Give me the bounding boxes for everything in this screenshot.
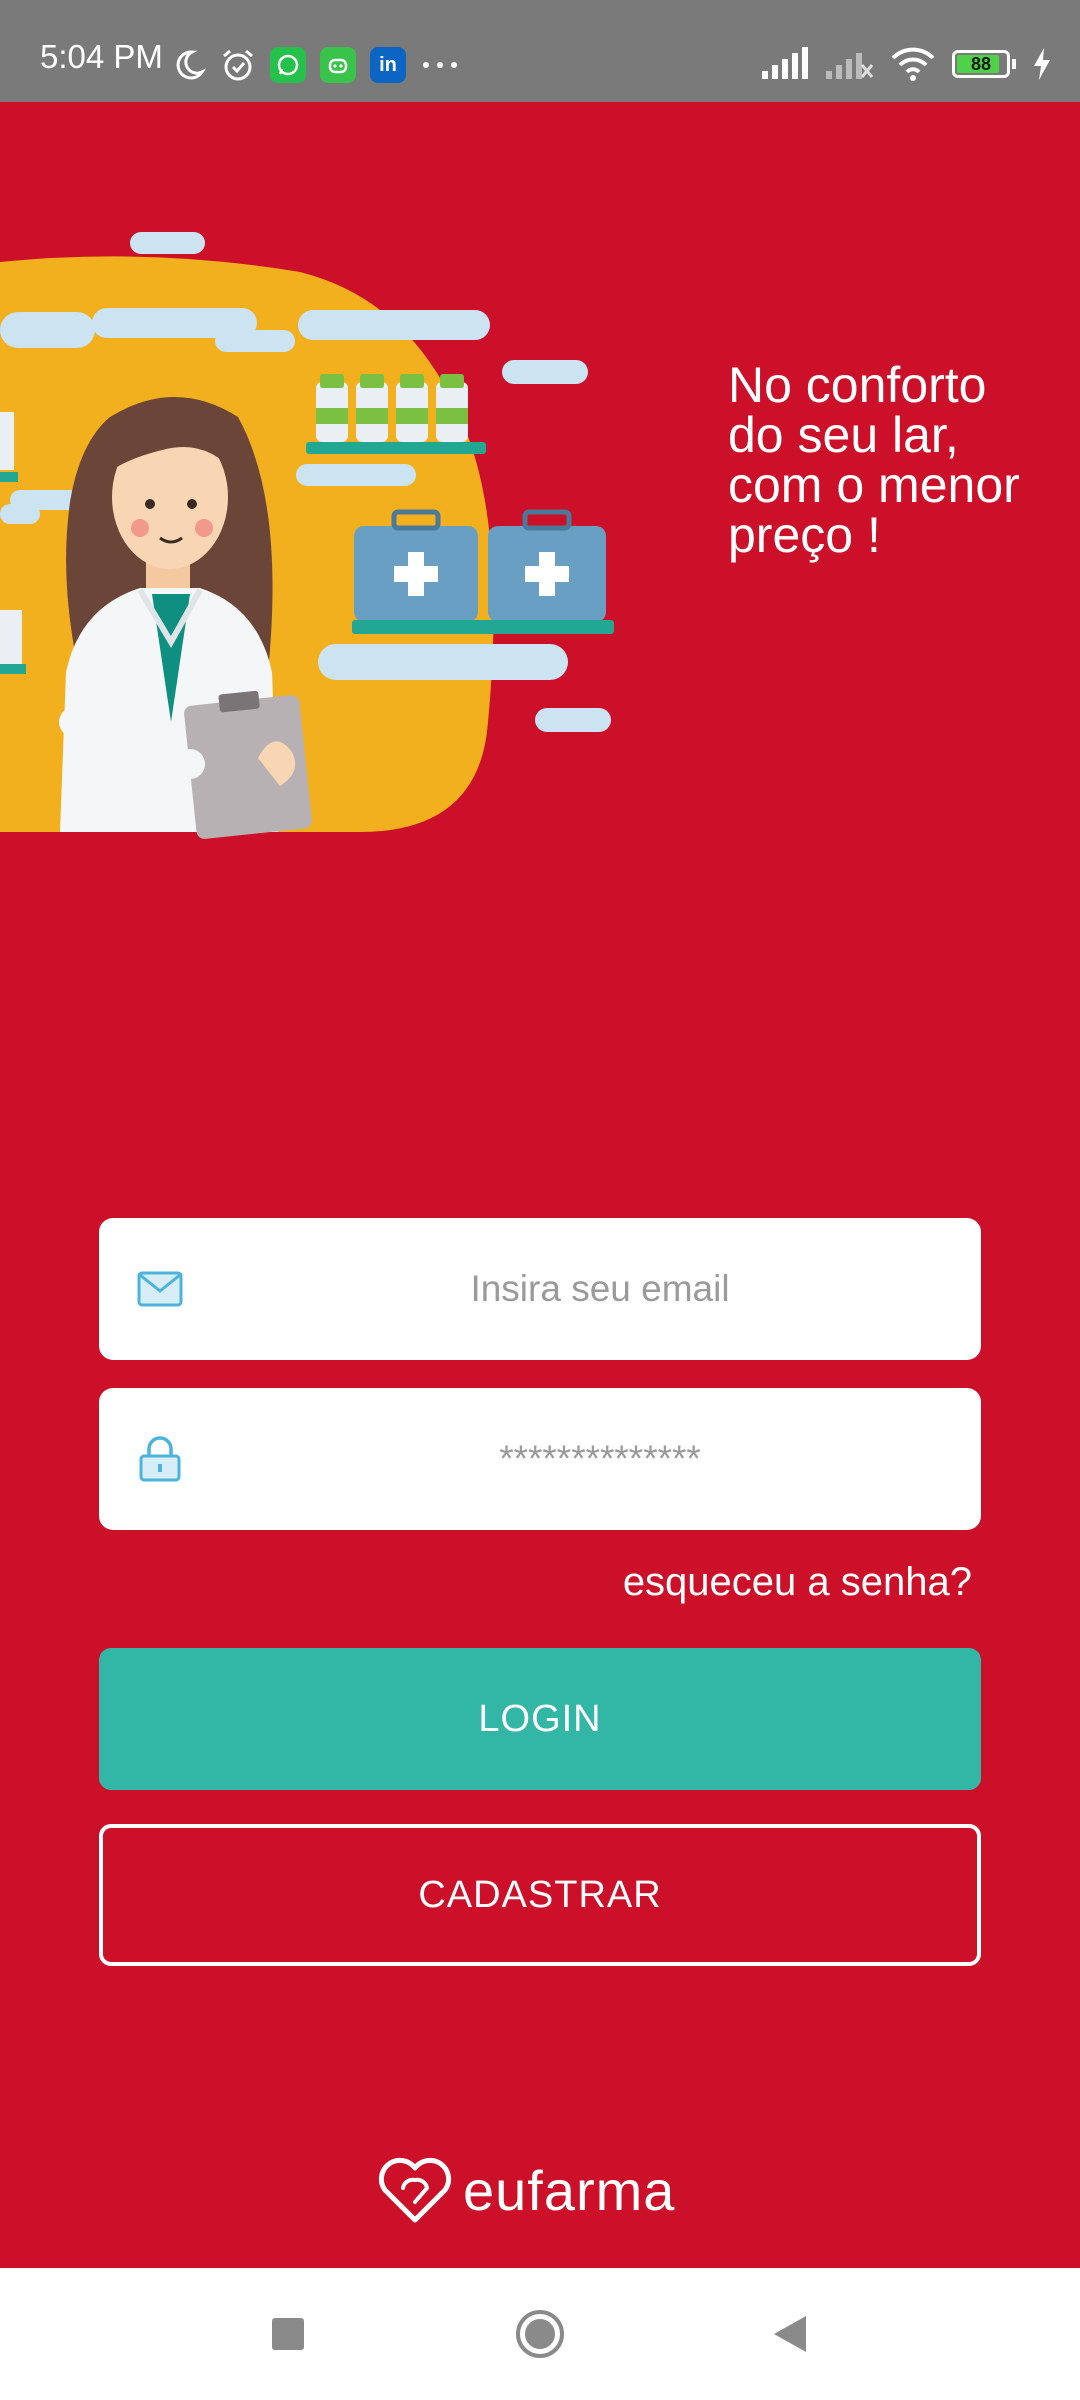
hero-tagline: No conforto do seu lar, com o menor preç… [728, 357, 1020, 563]
lock-icon [139, 1436, 181, 1482]
home-circle-icon[interactable] [514, 2308, 566, 2360]
email-field[interactable] [99, 1218, 981, 1360]
heart-logo-icon [378, 2157, 452, 2223]
moon-icon [176, 50, 206, 80]
status-time: 5:04 PM [40, 38, 163, 75]
system-navigation-bar [0, 2268, 1080, 2400]
eufarma-logo: eufarma [375, 2154, 675, 2226]
signal-no-service-icon [826, 53, 874, 79]
login-screen: No conforto do seu lar, com o menor preç… [0, 102, 1080, 2268]
whatsapp-icon [270, 47, 306, 83]
charging-icon [1034, 48, 1050, 80]
battery-icon: 88 [952, 50, 1010, 78]
login-button[interactable]: LOGIN [99, 1648, 981, 1790]
alarm-icon [223, 49, 253, 81]
back-triangle-icon[interactable] [772, 2314, 808, 2354]
status-system-icons: 88 [760, 44, 1052, 84]
recents-square-icon[interactable] [270, 2316, 306, 2352]
signal-icon [762, 47, 808, 79]
pharmacist-illustration [0, 232, 614, 839]
linkedin-icon: in [370, 47, 406, 83]
password-input[interactable] [99, 1388, 981, 1530]
status-notification-icons: in [172, 45, 460, 85]
logo-text: eufarma [463, 2158, 676, 2222]
register-button[interactable]: CADASTRAR [99, 1824, 981, 1966]
status-bar: 5:04 PM in 88 [0, 0, 1080, 102]
android-icon [320, 47, 356, 83]
email-input[interactable] [99, 1218, 981, 1360]
more-dots-icon [423, 62, 457, 68]
wifi-icon [891, 47, 935, 81]
battery-level: 88 [970, 54, 992, 74]
envelope-icon [137, 1271, 183, 1307]
password-field[interactable] [99, 1388, 981, 1530]
forgot-password-link[interactable]: esqueceu a senha? [623, 1562, 972, 1602]
